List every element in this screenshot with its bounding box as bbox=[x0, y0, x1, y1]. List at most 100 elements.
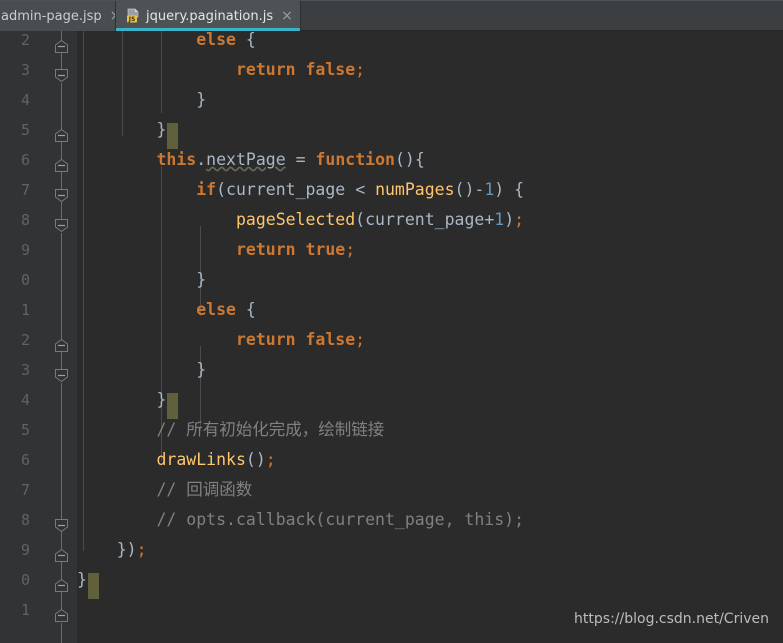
fold-collapse-icon[interactable] bbox=[54, 608, 69, 623]
code-token: else bbox=[196, 300, 236, 319]
code-line[interactable]: } bbox=[77, 565, 87, 595]
code-line[interactable]: return false; bbox=[77, 55, 365, 85]
code-token: false bbox=[305, 60, 356, 79]
code-line[interactable]: return true; bbox=[77, 235, 355, 265]
code-editor-window: admin-page.jsp × JS jquery.pagination.js… bbox=[0, 0, 783, 643]
code-token: current_page bbox=[365, 210, 485, 229]
code-token: { bbox=[414, 150, 425, 169]
code-token: drawLinks bbox=[156, 450, 246, 469]
code-line[interactable]: }); bbox=[77, 535, 147, 565]
code-token: } bbox=[156, 390, 167, 409]
line-number: 1 bbox=[20, 601, 30, 619]
code-line[interactable]: } bbox=[77, 265, 206, 295]
line-number: 2 bbox=[20, 331, 30, 349]
code-token: ; bbox=[345, 240, 356, 259]
code-token: return bbox=[235, 60, 296, 79]
fold-collapse-icon[interactable] bbox=[54, 68, 69, 83]
fold-collapse-icon[interactable] bbox=[54, 128, 69, 143]
watermark-text: https://blog.csdn.net/Criven bbox=[574, 611, 769, 627]
js-file-icon: JS bbox=[125, 8, 141, 24]
svg-text:JS: JS bbox=[128, 16, 136, 23]
line-number: 7 bbox=[20, 481, 30, 499]
code-line[interactable]: } bbox=[77, 355, 206, 385]
fold-collapse-icon[interactable] bbox=[54, 548, 69, 563]
gutter-edge bbox=[75, 31, 76, 643]
code-line[interactable]: } bbox=[77, 115, 166, 145]
code-token: function bbox=[315, 150, 395, 169]
code-line[interactable]: // 回调函数 bbox=[77, 475, 252, 505]
line-number: 6 bbox=[20, 451, 30, 469]
code-line[interactable]: this.nextPage = function(){ bbox=[77, 145, 425, 175]
line-number: 9 bbox=[20, 541, 30, 559]
code-line[interactable]: else { bbox=[77, 295, 256, 325]
line-number: 9 bbox=[20, 241, 30, 259]
code-token: < bbox=[355, 180, 366, 199]
editor-tab-jquery-pagination-js[interactable]: JS jquery.pagination.js × bbox=[115, 1, 301, 31]
code-token: numPages bbox=[375, 180, 455, 199]
fold-collapse-icon[interactable] bbox=[54, 368, 69, 383]
fold-collapse-icon[interactable] bbox=[54, 518, 69, 533]
code-token: ; bbox=[355, 60, 366, 79]
editor-tab-bar: admin-page.jsp × JS jquery.pagination.js… bbox=[0, 0, 783, 31]
close-icon[interactable]: × bbox=[281, 9, 293, 23]
fold-collapse-icon[interactable] bbox=[54, 578, 69, 593]
code-token: { bbox=[245, 300, 256, 319]
code-token: if bbox=[196, 180, 217, 199]
fold-collapse-icon[interactable] bbox=[54, 158, 69, 173]
code-token: { bbox=[245, 31, 256, 49]
code-token: } bbox=[77, 570, 87, 589]
line-number: 1 bbox=[20, 301, 30, 319]
code-token: ) bbox=[494, 180, 505, 199]
code-token: ; bbox=[136, 540, 147, 559]
fold-connector-line bbox=[61, 233, 62, 341]
code-token: // 回调函数 bbox=[156, 480, 253, 499]
line-number: 8 bbox=[20, 511, 30, 529]
code-line[interactable]: drawLinks(); bbox=[77, 445, 276, 475]
fold-connector-line bbox=[61, 383, 62, 521]
code-line[interactable]: return false; bbox=[77, 325, 365, 355]
code-line[interactable]: // opts.callback(current_page, this); bbox=[77, 505, 524, 535]
code-line[interactable]: if(current_page < numPages()-1) { bbox=[77, 175, 524, 205]
tab-label: admin-page.jsp bbox=[1, 8, 102, 24]
fold-connector-line bbox=[61, 83, 62, 131]
fold-collapse-icon[interactable] bbox=[54, 39, 69, 54]
editor-gutter[interactable]: 2 3 4 5 6 7 8 9 0 1 2 3 4 5 6 7 8 9 0 1 bbox=[0, 31, 77, 643]
code-token: - bbox=[474, 180, 485, 199]
line-number: 7 bbox=[20, 181, 30, 199]
code-token: ; bbox=[355, 330, 366, 349]
code-token: }) bbox=[116, 540, 137, 559]
fold-collapse-icon[interactable] bbox=[54, 218, 69, 233]
fold-collapse-icon[interactable] bbox=[54, 338, 69, 353]
code-line[interactable]: // 所有初始化完成，绘制链接 bbox=[77, 415, 384, 445]
code-token: ; bbox=[265, 450, 276, 469]
tab-label: jquery.pagination.js bbox=[146, 8, 274, 24]
fold-collapse-icon[interactable] bbox=[54, 188, 69, 203]
code-line[interactable]: } bbox=[77, 85, 206, 115]
code-token: ; bbox=[514, 210, 525, 229]
code-token: = bbox=[295, 150, 306, 169]
code-line[interactable]: else { bbox=[77, 31, 256, 55]
fold-connector-line bbox=[61, 623, 62, 643]
code-editor-area[interactable]: else { return false; } } this.nextPage =… bbox=[77, 31, 783, 643]
code-token: . bbox=[196, 150, 207, 169]
code-line[interactable]: pageSelected(current_page+1); bbox=[77, 205, 524, 235]
brace-match-highlight bbox=[87, 573, 99, 599]
line-number: 8 bbox=[20, 211, 30, 229]
code-token: this bbox=[156, 150, 197, 169]
code-line[interactable]: } bbox=[77, 385, 166, 415]
code-token: 1 bbox=[494, 210, 505, 229]
